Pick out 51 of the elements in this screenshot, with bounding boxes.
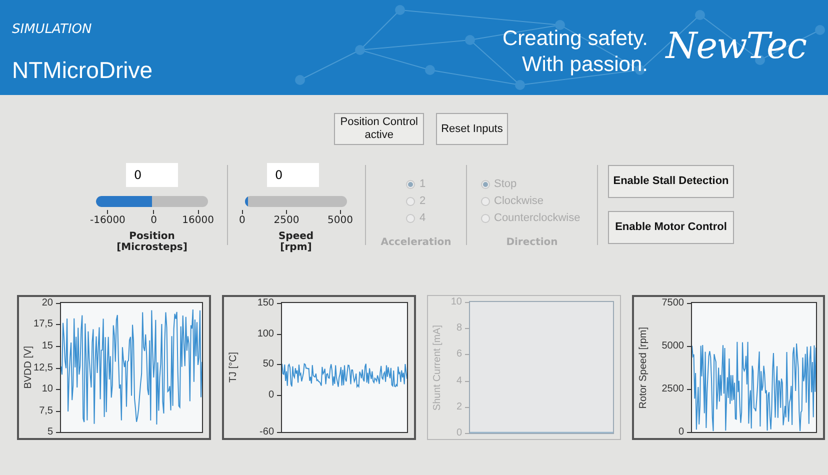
axis-label: Rotor Speed [rpm]	[638, 326, 649, 408]
slider-track[interactable]	[96, 196, 208, 207]
slider-title: Speed	[278, 231, 314, 242]
tick-label: 7,5	[39, 405, 53, 416]
control-button[interactable]: Enable Stall Detection	[608, 165, 734, 198]
group-title: Acceleration	[380, 237, 452, 248]
tick-label: 5	[47, 426, 53, 438]
tick-label: 0	[268, 390, 274, 401]
value-field[interactable]: 0	[126, 163, 178, 187]
tick-label: 0	[239, 215, 246, 226]
tick-label: 5000	[328, 215, 353, 226]
tick-label: -60	[260, 426, 274, 438]
tick-label: 10	[42, 383, 53, 394]
slider-track[interactable]	[245, 196, 347, 207]
axis-label: BVDD [V]	[23, 346, 34, 389]
mode-label: SIMULATION	[12, 22, 93, 37]
tick-label: 150	[257, 298, 274, 308]
tick-label: 2	[456, 401, 462, 412]
tick-label: 4	[456, 375, 462, 386]
group-title: Direction	[506, 237, 558, 248]
tick-label: 0	[678, 426, 684, 438]
tick-label: 7500	[662, 298, 684, 308]
tick-label: 17,5	[34, 318, 53, 330]
slider-unit: [rpm]	[280, 242, 312, 253]
value-field[interactable]: 0	[267, 163, 319, 187]
slider-title: Position	[129, 231, 175, 242]
tick-label: 10	[450, 296, 462, 308]
tick-label: 2500	[274, 215, 300, 226]
tick-label: 8	[456, 322, 462, 334]
app-title: NTMicroDrive	[12, 57, 153, 84]
control-button[interactable]: Position Control active	[334, 113, 424, 145]
axis-label: Shunt Current [mA]	[432, 324, 443, 410]
tick-label: 20	[42, 298, 53, 308]
tick-label: 15	[42, 340, 53, 352]
tick-label: 50	[262, 358, 274, 370]
axis-label: TJ [°C]	[228, 352, 239, 383]
slider-unit: [Microsteps]	[116, 242, 188, 253]
tick-label: 5000	[662, 340, 684, 352]
control-button[interactable]: Enable Motor Control	[608, 211, 734, 244]
slogan-line: Creating safety.	[502, 26, 648, 52]
tick-label: 12,5	[34, 362, 53, 373]
tick-label: 0	[150, 215, 157, 226]
tick-label: 16000	[182, 215, 214, 226]
control-button[interactable]: Reset Inputs	[436, 113, 508, 145]
tick-label: -16000	[90, 215, 126, 226]
logo: NewTec	[666, 26, 806, 67]
tick-label: 6	[456, 348, 462, 360]
slogan-line: With passion.	[522, 52, 648, 78]
tick-label: 0	[456, 428, 462, 438]
tick-label: 100	[257, 328, 274, 340]
tick-label: 2500	[662, 383, 684, 394]
